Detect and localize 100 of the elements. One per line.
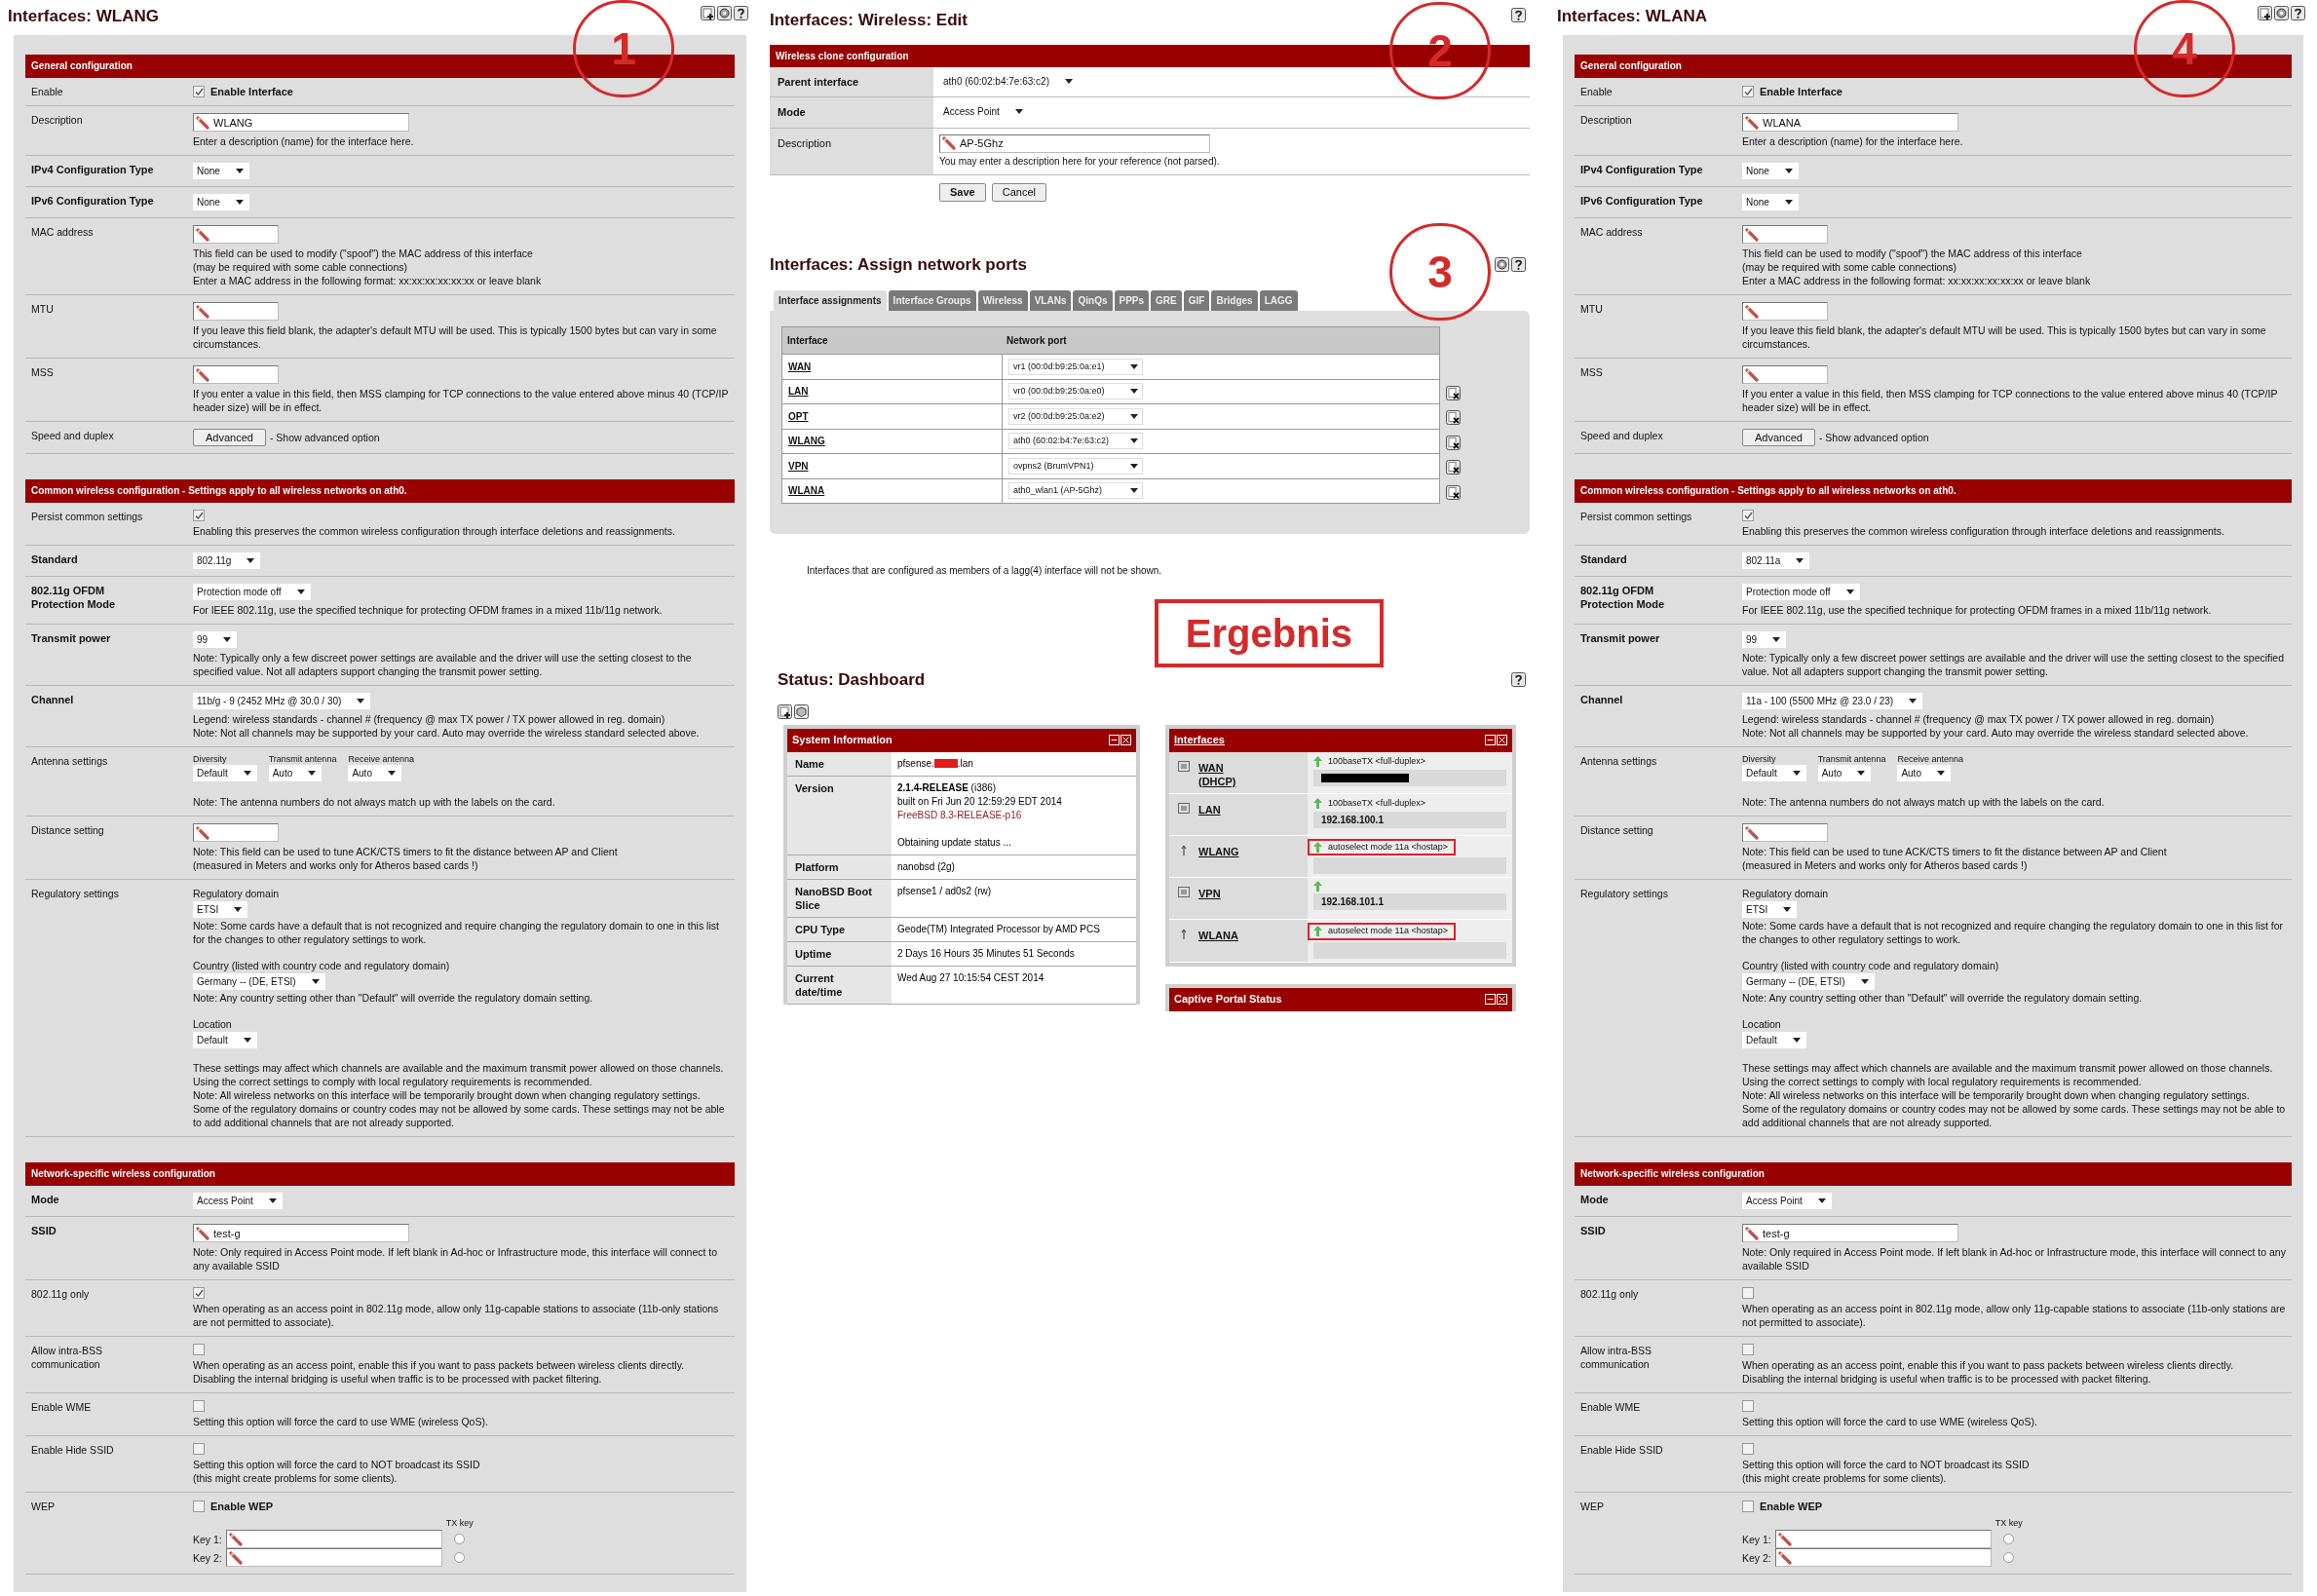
help-icon[interactable] <box>2291 6 2305 20</box>
dropdown[interactable]: Auto <box>1897 765 1951 781</box>
checkbox[interactable] <box>193 1400 205 1412</box>
text-field[interactable]: WLANG <box>193 113 409 132</box>
checkbox[interactable] <box>1742 86 1754 97</box>
form-button[interactable]: Save <box>939 182 986 202</box>
help-icon[interactable] <box>1511 672 1526 688</box>
tab[interactable]: GIF <box>1183 290 1210 311</box>
settings-icon[interactable] <box>717 6 732 20</box>
dropdown[interactable]: 802.11g <box>193 552 261 569</box>
interface-link[interactable]: OPT <box>782 408 1002 424</box>
radio-button[interactable] <box>2002 1534 2014 1544</box>
interface-link[interactable]: WLANA <box>782 483 1002 499</box>
delete-icon[interactable] <box>1446 460 1461 475</box>
text-field[interactable] <box>193 365 279 384</box>
help-icon[interactable] <box>734 6 748 20</box>
text-field[interactable] <box>1774 1530 1992 1548</box>
tab[interactable]: GRE <box>1151 290 1182 311</box>
text-field[interactable] <box>193 302 279 321</box>
close-icon[interactable] <box>1121 735 1131 745</box>
dropdown[interactable]: 802.11a <box>1742 552 1810 569</box>
dropdown[interactable]: Germany -- (DE, ETSI) <box>193 973 325 990</box>
dropdown[interactable]: Auto <box>1817 765 1872 781</box>
checkbox[interactable] <box>1742 1287 1754 1299</box>
interface-link[interactable]: VPN <box>1198 887 1257 900</box>
settings-icon[interactable] <box>1495 256 1509 272</box>
radio-button[interactable] <box>453 1534 465 1544</box>
dropdown[interactable]: Protection mode off <box>193 584 311 600</box>
port-dropdown[interactable]: vr1 (00:0d:b9:25:0a:e1) <box>1008 358 1143 375</box>
checkbox[interactable] <box>193 510 205 521</box>
delete-icon[interactable] <box>1446 435 1461 450</box>
tab[interactable]: Bridges <box>1211 290 1258 311</box>
form-button[interactable]: Cancel <box>991 182 1046 202</box>
tab[interactable]: QinQs <box>1073 290 1113 311</box>
checkbox[interactable] <box>193 1443 205 1455</box>
text-field[interactable]: WLANA <box>1742 113 1958 132</box>
checkbox[interactable] <box>1742 1501 1754 1512</box>
delete-icon[interactable] <box>1446 410 1461 426</box>
delete-icon[interactable] <box>1446 385 1461 400</box>
close-icon[interactable] <box>1497 735 1507 745</box>
dropdown[interactable]: Default <box>1742 1032 1806 1048</box>
dropdown[interactable]: None <box>1742 163 1799 179</box>
checkbox[interactable] <box>1742 1443 1754 1455</box>
dropdown[interactable]: Access Point <box>193 1193 283 1209</box>
tab[interactable]: Interface assignments <box>774 290 887 311</box>
close-icon[interactable] <box>1497 994 1507 1005</box>
interface-link[interactable]: VPN <box>782 458 1002 474</box>
add-icon[interactable] <box>2258 6 2272 20</box>
interface-link[interactable]: LAN <box>1198 802 1257 817</box>
minimize-icon[interactable] <box>1485 735 1496 745</box>
add-icon[interactable] <box>701 6 715 20</box>
dropdown[interactable]: Germany -- (DE, ETSI) <box>1742 973 1875 990</box>
checkbox[interactable] <box>1742 1344 1754 1355</box>
dropdown[interactable]: Access Point <box>1742 1193 1832 1209</box>
text-field[interactable] <box>1742 823 1828 842</box>
dropdown[interactable]: 11b/g - 9 (2452 MHz @ 30.0 / 30) <box>193 693 371 709</box>
port-dropdown[interactable]: vr2 (00:0d:b9:25:0a:e2) <box>1008 407 1143 425</box>
dropdown[interactable]: 11a - 100 (5500 MHz @ 23.0 / 23) <box>1742 693 1923 709</box>
text-field[interactable] <box>1742 302 1828 321</box>
dropdown[interactable]: 99 <box>193 631 238 648</box>
tab[interactable]: PPPs <box>1114 290 1150 311</box>
port-dropdown[interactable]: ath0_wlan1 (AP-5Ghz) <box>1008 482 1143 500</box>
text-field[interactable] <box>225 1548 442 1567</box>
add-icon[interactable] <box>778 703 792 719</box>
port-dropdown[interactable]: ovpns2 (BrumVPN1) <box>1008 457 1143 475</box>
text-field[interactable] <box>1742 225 1828 244</box>
dropdown[interactable]: 99 <box>1742 631 1787 648</box>
dropdown[interactable]: ETSI <box>1742 901 1798 918</box>
help-icon[interactable] <box>1511 8 1526 22</box>
minimize-icon[interactable] <box>1109 735 1120 745</box>
interface-link[interactable]: WLANG <box>1198 844 1257 858</box>
tab[interactable]: LAGG <box>1259 290 1298 311</box>
advanced-button[interactable]: Advanced <box>1742 429 1815 446</box>
advanced-button[interactable]: Advanced <box>193 429 266 446</box>
dropdown[interactable]: None <box>1742 194 1799 210</box>
interface-link[interactable]: WLANG <box>782 434 1002 449</box>
radio-button[interactable] <box>2002 1552 2014 1563</box>
delete-icon[interactable] <box>1446 484 1461 500</box>
text-field[interactable] <box>1742 365 1828 384</box>
dropdown[interactable]: Default <box>193 765 257 781</box>
text-field[interactable]: test-g <box>193 1224 409 1242</box>
interface-link[interactable]: WAN (DHCP) <box>1198 760 1257 788</box>
tab[interactable]: Interface Groups <box>888 290 976 311</box>
checkbox[interactable] <box>1742 510 1754 521</box>
text-field[interactable]: test-g <box>1742 1224 1958 1242</box>
dropdown[interactable]: Default <box>193 1032 257 1048</box>
dropdown[interactable]: Protection mode off <box>1742 584 1860 600</box>
tab[interactable]: VLANs <box>1029 290 1072 311</box>
checkbox[interactable] <box>193 1287 205 1299</box>
checkbox[interactable] <box>193 86 205 97</box>
widget-title-link[interactable]: Interfaces <box>1174 732 1225 748</box>
text-field[interactable]: AP-5Ghz <box>939 133 1210 153</box>
minimize-icon[interactable] <box>1485 994 1496 1005</box>
dropdown[interactable]: ETSI <box>193 901 248 918</box>
checkbox[interactable] <box>193 1501 205 1512</box>
interface-link[interactable]: WLANA <box>1198 929 1257 942</box>
text-field[interactable] <box>193 823 279 842</box>
dropdown[interactable]: Default <box>1742 765 1806 781</box>
text-field[interactable] <box>193 225 279 244</box>
port-dropdown[interactable]: vr0 (00:0d:b9:25:0a:e0) <box>1008 383 1143 400</box>
